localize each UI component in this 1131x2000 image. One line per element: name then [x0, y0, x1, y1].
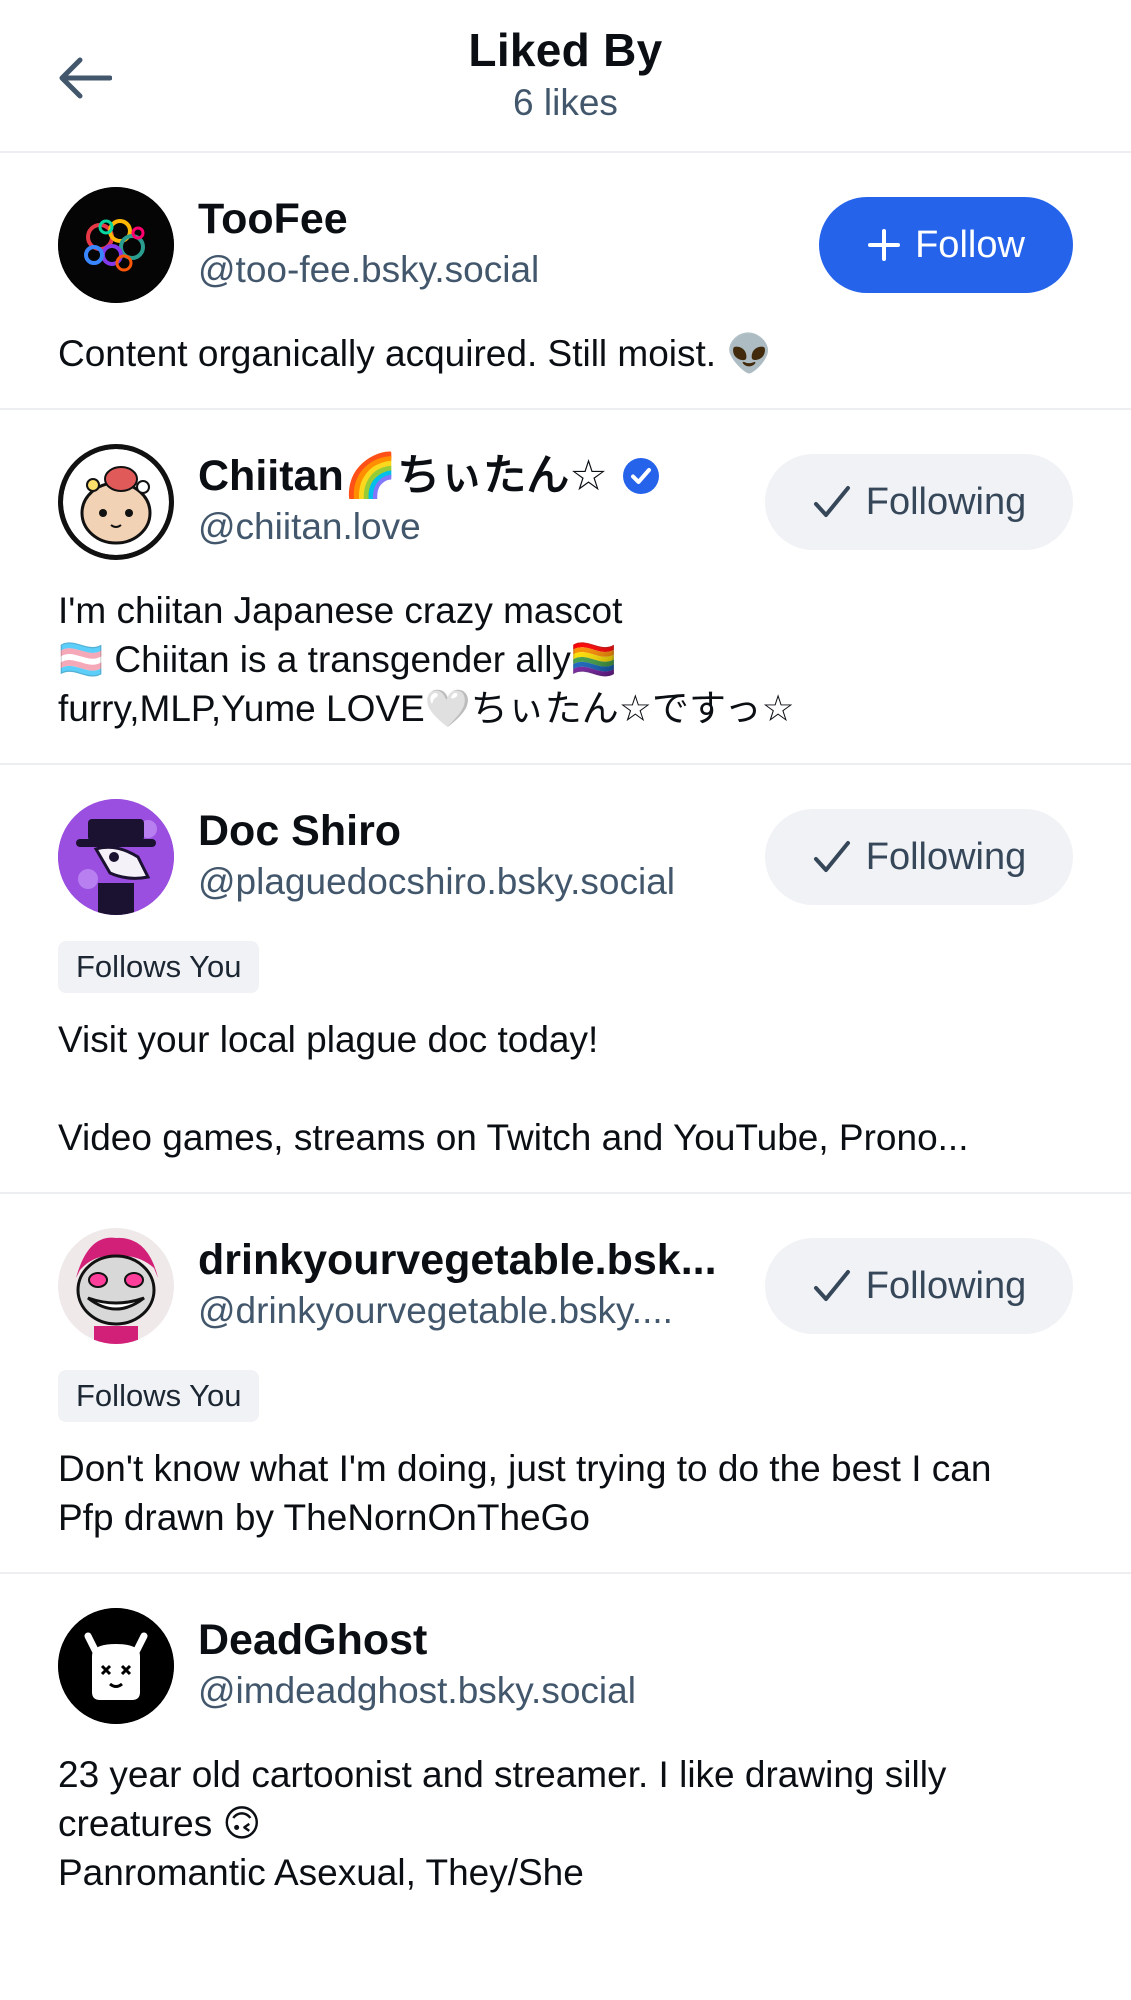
avatar[interactable]	[58, 444, 174, 560]
avatar[interactable]	[58, 799, 174, 915]
plus-icon	[867, 228, 901, 262]
bio: Don't know what I'm doing, just trying t…	[58, 1448, 992, 1538]
handle: @plaguedocshiro.bsky.social	[198, 861, 676, 902]
avatar[interactable]	[58, 1228, 174, 1344]
handle: @drinkyourvegetable.bsky....	[198, 1290, 673, 1331]
back-button[interactable]	[52, 48, 116, 108]
handle: @chiitan.love	[198, 506, 421, 547]
list-item[interactable]: drinkyourvegetable.bsk... @drinkyourvege…	[0, 1194, 1131, 1574]
list-item[interactable]: Doc Shiro @plaguedocshiro.bsky.social Fo…	[0, 765, 1131, 1194]
bio: Content organically acquired. Still mois…	[58, 333, 773, 374]
page-title: Liked By	[468, 23, 663, 76]
following-button-label: Following	[865, 480, 1027, 523]
display-name[interactable]: drinkyourvegetable.bsk...	[198, 1234, 741, 1286]
display-name-text: DeadGhost	[198, 1616, 428, 1664]
display-name[interactable]: DeadGhost	[198, 1614, 1073, 1666]
display-name[interactable]: TooFee	[198, 193, 795, 245]
display-name[interactable]: Doc Shiro	[198, 805, 741, 857]
handle: @too-fee.bsky.social	[198, 249, 540, 290]
list-item[interactable]: Chiitan🌈ちぃたん☆ @chiitan.love Following I'…	[0, 410, 1131, 765]
following-button[interactable]: Following	[765, 1238, 1073, 1334]
mascot-avatar-image	[63, 449, 169, 555]
list-item[interactable]: DeadGhost @imdeadghost.bsky.social 23 ye…	[0, 1574, 1131, 1927]
header-titles: Liked By 6 likes	[468, 24, 662, 128]
ghost-avatar-image	[58, 1608, 174, 1724]
grinning-character-avatar-image	[58, 1228, 174, 1344]
following-button[interactable]: Following	[765, 454, 1073, 550]
display-name[interactable]: Chiitan🌈ちぃたん☆	[198, 450, 741, 502]
follow-button[interactable]: Follow	[819, 197, 1073, 293]
following-button[interactable]: Following	[765, 809, 1073, 905]
avatar[interactable]	[58, 1608, 174, 1724]
bubbles-avatar-image	[58, 187, 174, 303]
display-name-text: TooFee	[198, 195, 348, 243]
arrow-left-icon	[59, 57, 112, 99]
list-item[interactable]: TooFee @too-fee.bsky.social Follow Conte…	[0, 153, 1131, 410]
verified-check-icon	[622, 457, 660, 495]
follows-you-badge: Follows You	[58, 941, 260, 993]
liked-by-list: TooFee @too-fee.bsky.social Follow Conte…	[0, 153, 1131, 1927]
check-icon	[812, 484, 852, 520]
following-button-label: Following	[865, 835, 1027, 878]
likes-count: 6 likes	[513, 81, 618, 123]
display-name-text: drinkyourvegetable.bsk...	[198, 1236, 717, 1284]
follows-you-badge: Follows You	[58, 1370, 260, 1422]
check-icon	[812, 1268, 852, 1304]
bio: I'm chiitan Japanese crazy mascot 🏳️‍⚧️ …	[58, 590, 795, 729]
follow-button-label: Follow	[915, 223, 1025, 266]
check-icon	[812, 839, 852, 875]
avatar[interactable]	[58, 187, 174, 303]
bio: 23 year old cartoonist and streamer. I l…	[58, 1754, 947, 1893]
display-name-text: Chiitan🌈ちぃたん☆	[198, 452, 608, 500]
bio: Visit your local plague doc today! Video…	[58, 1019, 969, 1158]
following-button-label: Following	[865, 1264, 1027, 1307]
top-bar: Liked By 6 likes	[0, 0, 1131, 153]
handle: @imdeadghost.bsky.social	[198, 1670, 636, 1711]
plague-doctor-avatar-image	[58, 799, 174, 915]
display-name-text: Doc Shiro	[198, 807, 402, 855]
